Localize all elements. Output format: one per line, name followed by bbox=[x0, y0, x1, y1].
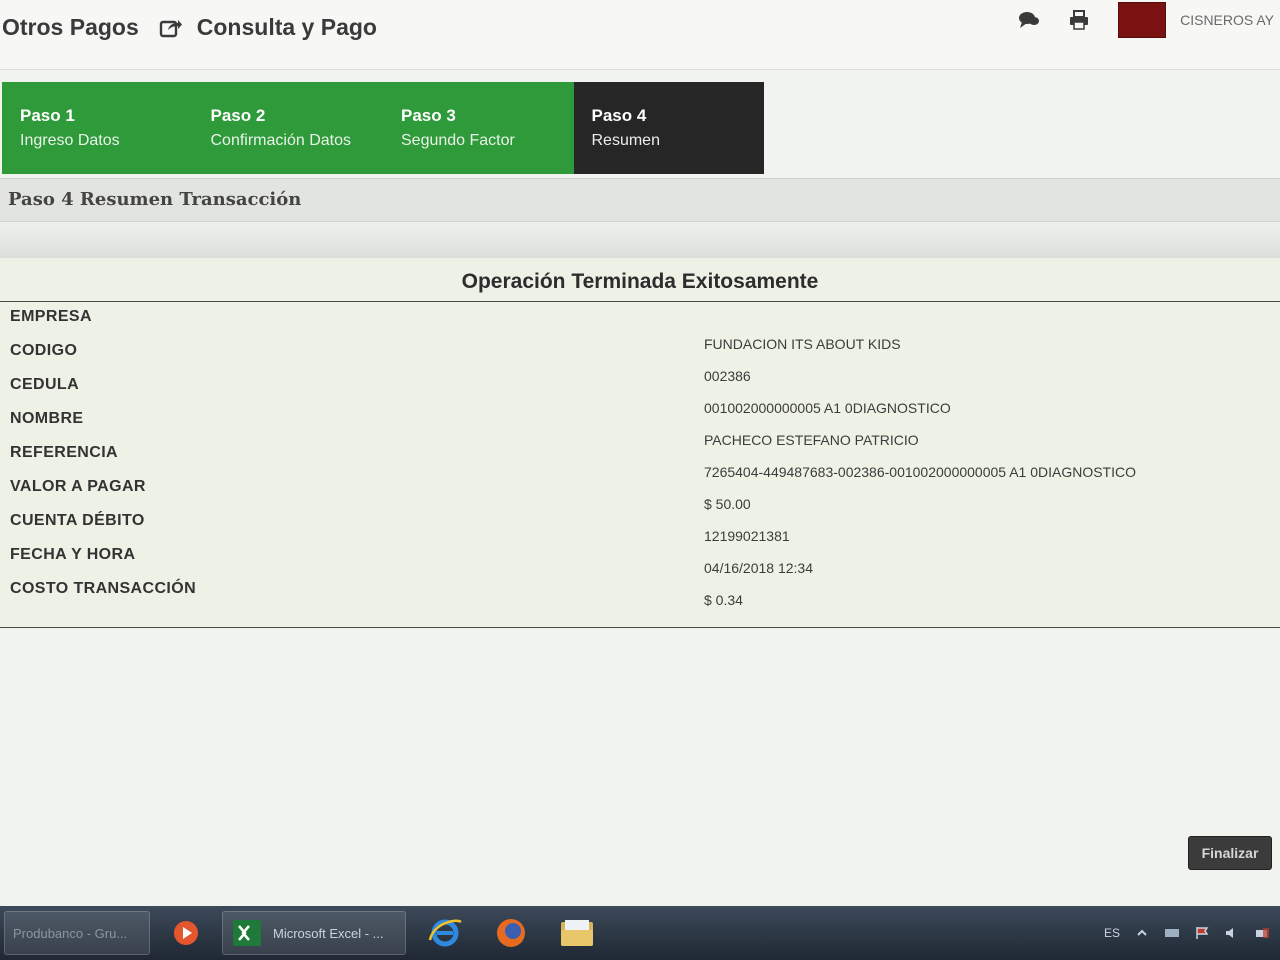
value-cedula: 001002000000005 A1 0DIAGNOSTICO bbox=[704, 400, 951, 416]
value-valor-a-pagar: $ 50.00 bbox=[704, 496, 751, 512]
result-title: Operación Terminada Exitosamente bbox=[0, 258, 1280, 302]
step-name: Ingreso Datos bbox=[20, 132, 120, 149]
wizard-steps: Paso 1 Ingreso Datos Paso 2 Confirmación… bbox=[2, 82, 764, 174]
share-icon bbox=[159, 17, 183, 39]
label-costo-transaccion: COSTO TRANSACCIÓN bbox=[10, 580, 197, 597]
step-name: Confirmación Datos bbox=[210, 132, 352, 149]
firefox-icon[interactable] bbox=[490, 911, 532, 955]
step-number: Paso 1 bbox=[20, 106, 75, 125]
result-values: FUNDACION ITS ABOUT KIDS 002386 00100200… bbox=[704, 336, 1264, 612]
label-cedula: CEDULA bbox=[10, 376, 80, 393]
step-number: Paso 3 bbox=[401, 106, 456, 125]
finalize-button[interactable]: Finalizar bbox=[1188, 836, 1272, 870]
system-tray: ES bbox=[1104, 906, 1280, 960]
step-name: Segundo Factor bbox=[401, 132, 515, 149]
network-icon[interactable] bbox=[1164, 926, 1180, 940]
chat-icon[interactable] bbox=[1018, 10, 1040, 30]
value-costo-transaccion: $ 0.34 bbox=[704, 592, 743, 608]
wizard-step-4: Paso 4 Resumen bbox=[573, 82, 764, 174]
label-fecha-y-hora: FECHA Y HORA bbox=[10, 546, 136, 563]
result-panel: Operación Terminada Exitosamente EMPRESA… bbox=[0, 258, 1280, 628]
taskbar-item-label: Produbanco - Gru... bbox=[13, 925, 128, 941]
label-referencia: REFERENCIA bbox=[10, 444, 119, 461]
excel-icon bbox=[231, 918, 263, 948]
value-nombre: PACHECO ESTEFANO PATRICIO bbox=[704, 432, 919, 448]
user-name[interactable]: CISNEROS AY bbox=[1180, 12, 1274, 28]
avatar[interactable] bbox=[1118, 2, 1167, 38]
wizard-step-3: Paso 3 Segundo Factor bbox=[383, 82, 574, 174]
value-fecha-y-hora: 04/16/2018 12:34 bbox=[704, 560, 813, 576]
top-icons: CISNEROS AY bbox=[1018, 0, 1280, 40]
wizard-step-2: Paso 2 Confirmación Datos bbox=[192, 82, 383, 174]
taskbar-item-browser[interactable]: Produbanco - Gru... bbox=[4, 911, 150, 955]
internet-explorer-icon[interactable] bbox=[424, 911, 466, 955]
volume-icon[interactable] bbox=[1224, 926, 1240, 940]
label-codigo: CODIGO bbox=[10, 342, 78, 359]
value-codigo: 002386 bbox=[704, 368, 751, 384]
chevron-up-icon[interactable] bbox=[1134, 926, 1150, 940]
label-nombre: NOMBRE bbox=[10, 410, 84, 427]
value-empresa: FUNDACION ITS ABOUT KIDS bbox=[704, 336, 901, 352]
label-empresa: EMPRESA bbox=[10, 308, 92, 325]
result-labels: EMPRESA CODIGO CEDULA NOMBRE REFERENCIA … bbox=[10, 308, 310, 600]
flag-icon[interactable] bbox=[1194, 926, 1210, 940]
media-player-icon[interactable] bbox=[156, 911, 216, 955]
taskbar: Produbanco - Gru... Microsoft Excel - ..… bbox=[0, 906, 1280, 960]
step-name: Resumen bbox=[591, 132, 660, 149]
taskbar-item-excel[interactable]: Microsoft Excel - ... bbox=[222, 911, 406, 955]
language-indicator[interactable]: ES bbox=[1104, 926, 1120, 940]
power-icon[interactable] bbox=[1254, 926, 1270, 940]
value-cuenta-debito: 12199021381 bbox=[704, 528, 790, 544]
print-icon[interactable] bbox=[1068, 10, 1090, 30]
taskbar-item-label: Microsoft Excel - ... bbox=[273, 925, 384, 941]
breadcrumb-section[interactable]: Otros Pagos bbox=[2, 14, 139, 41]
label-cuenta-debito: CUENTA DÉBITO bbox=[10, 512, 145, 529]
label-valor-a-pagar: VALOR A PAGAR bbox=[10, 478, 146, 495]
file-explorer-icon[interactable] bbox=[556, 911, 598, 955]
section-band bbox=[0, 222, 1280, 258]
step-number: Paso 4 bbox=[591, 106, 647, 125]
panel-divider bbox=[0, 627, 1280, 628]
breadcrumb: Otros Pagos Consulta y Pago bbox=[2, 14, 377, 41]
wizard-step-1: Paso 1 Ingreso Datos bbox=[2, 82, 193, 174]
value-referencia: 7265404-449487683-002386-001002000000005… bbox=[704, 464, 1136, 480]
page-title: Consulta y Pago bbox=[196, 14, 377, 40]
section-title: Paso 4 Resumen Transacción bbox=[0, 178, 1280, 222]
top-bar: Otros Pagos Consulta y Pago CISNEROS AY bbox=[0, 0, 1280, 70]
step-number: Paso 2 bbox=[210, 106, 266, 125]
